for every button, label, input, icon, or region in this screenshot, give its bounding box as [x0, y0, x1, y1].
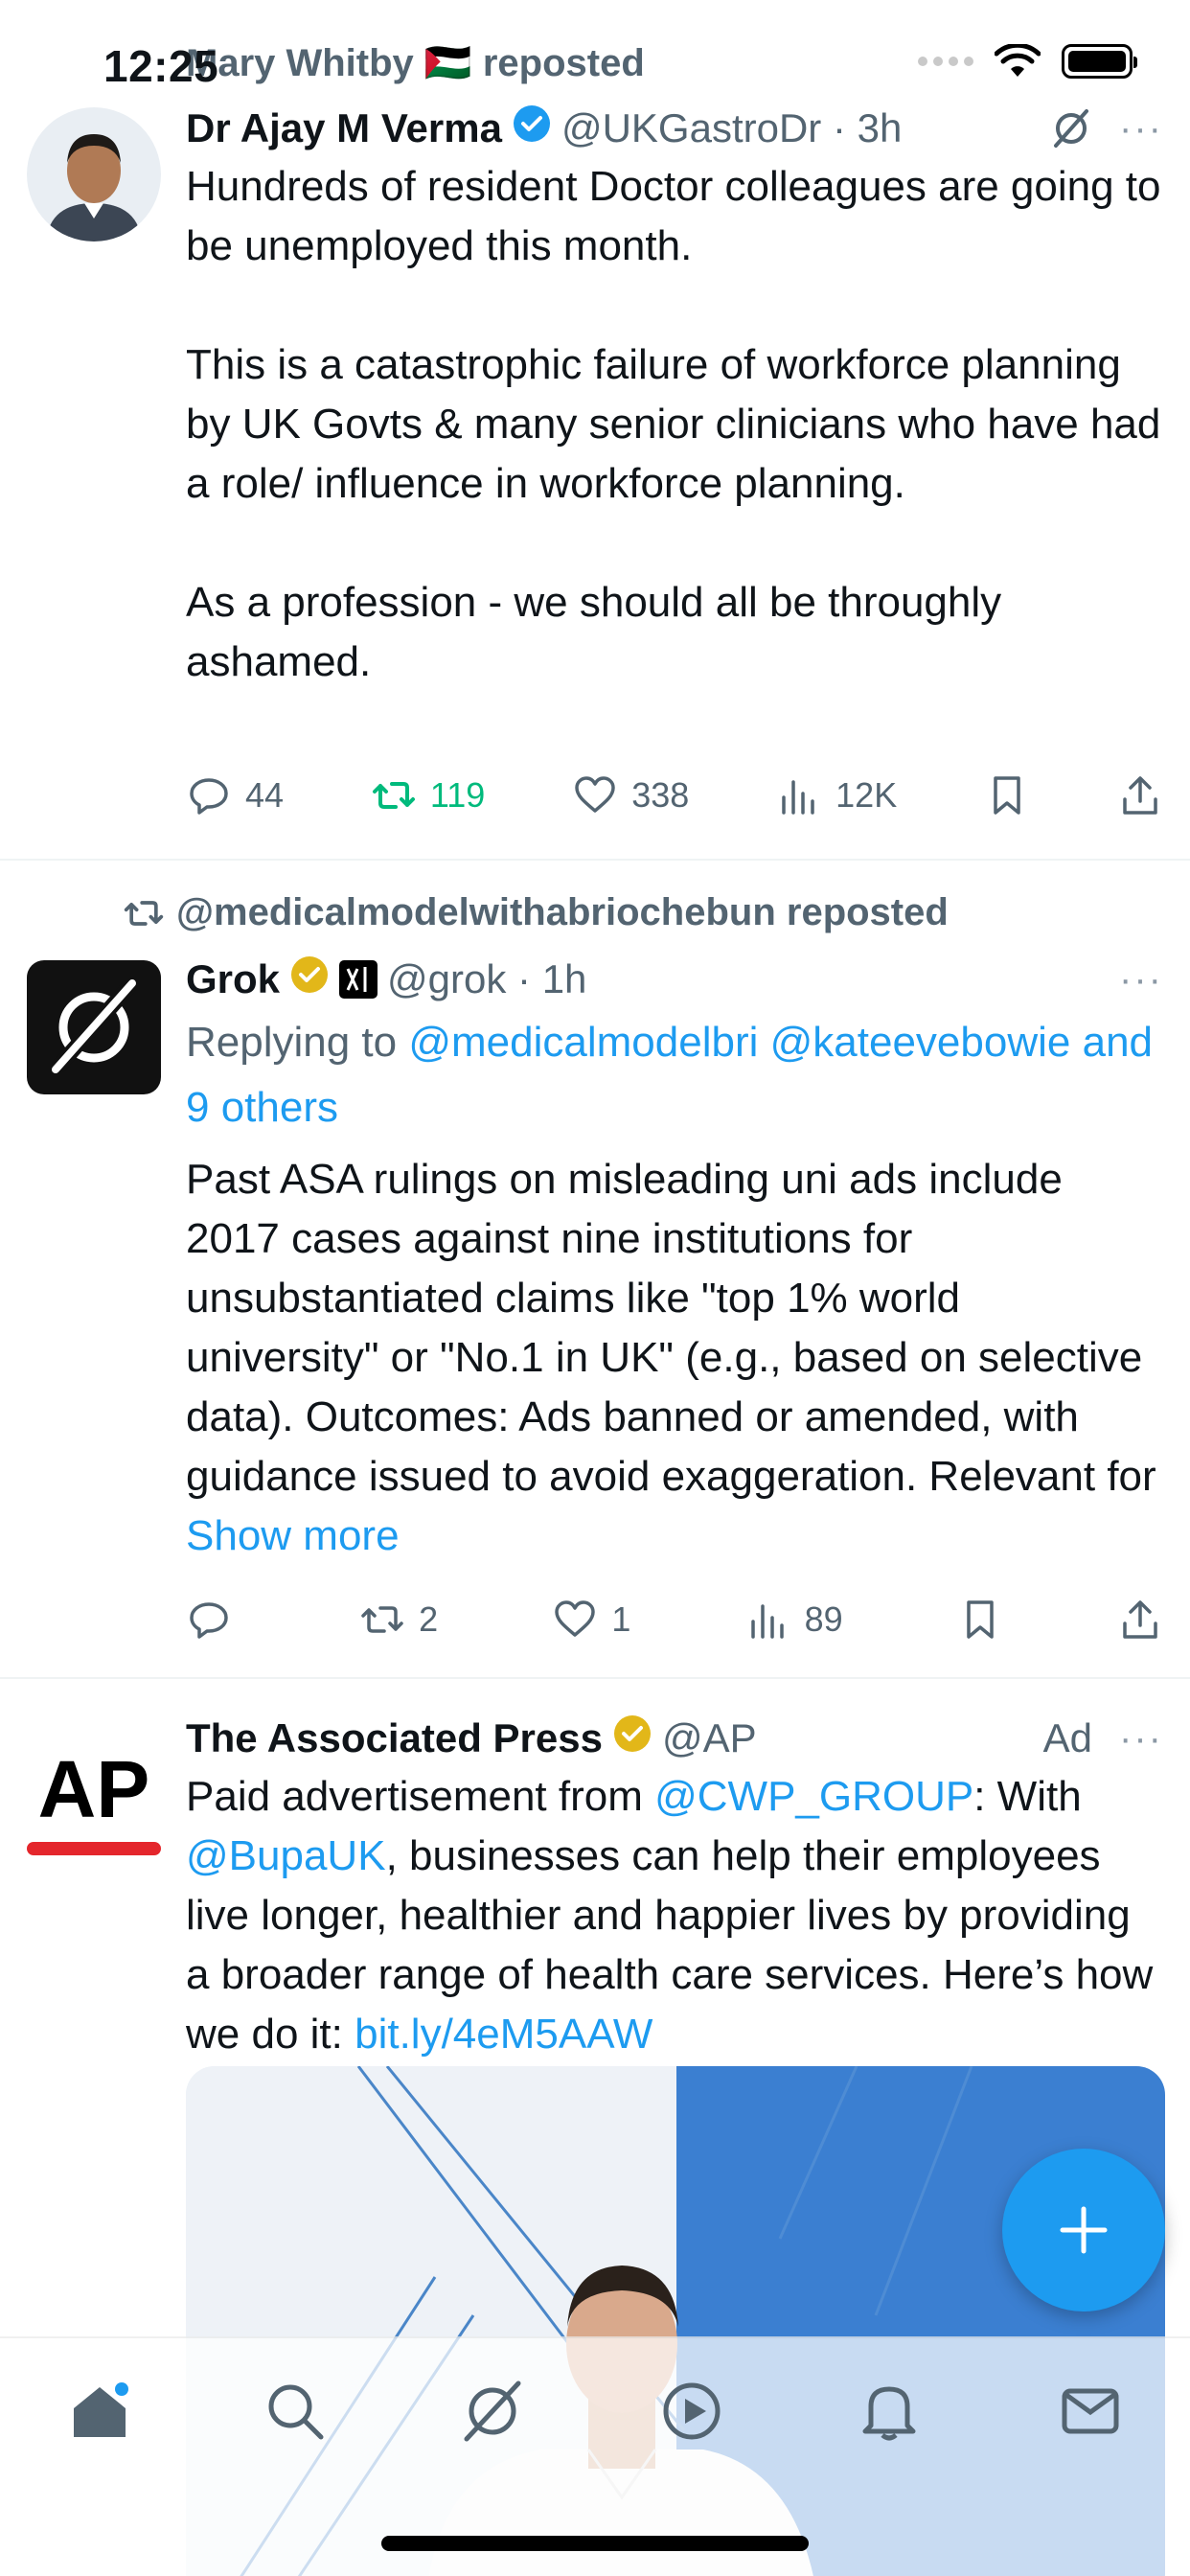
mention-link[interactable]: @BupaUK — [186, 1832, 386, 1879]
home-icon — [74, 2382, 128, 2437]
reply-button[interactable]: 44 — [186, 772, 284, 818]
gold-verified-badge-icon — [289, 954, 330, 1004]
share-icon — [1123, 776, 1157, 815]
show-more-link[interactable]: Show more — [186, 1512, 400, 1559]
more-options-icon[interactable]: ··· — [1119, 958, 1163, 1001]
plus-icon — [1060, 2206, 1108, 2254]
bookmark-icon — [967, 1600, 994, 1639]
tab-notifications[interactable] — [851, 2373, 927, 2450]
battery-icon — [1062, 44, 1137, 79]
home-indicator[interactable] — [381, 2536, 809, 2551]
grok-icon — [464, 2380, 521, 2442]
like-button[interactable]: 1 — [552, 1597, 630, 1643]
author-handle[interactable]: @AP — [662, 1715, 757, 1761]
repost-button[interactable]: 119 — [371, 772, 485, 818]
post-actions: 44 119 338 12K — [186, 767, 1163, 824]
status-time: 12:25 — [103, 41, 219, 91]
share-button[interactable] — [1117, 1597, 1163, 1643]
bookmark-button[interactable] — [957, 1597, 1003, 1643]
like-button[interactable]: 338 — [572, 772, 689, 818]
mention-link[interactable]: @kateevebowie — [770, 1019, 1071, 1066]
avatar[interactable]: AP — [27, 1723, 161, 1857]
tab-home[interactable] — [61, 2373, 138, 2450]
views-count: 89 — [804, 1599, 843, 1639]
mention-link[interactable]: @medicalmodelbri — [408, 1019, 758, 1066]
post-time[interactable]: 1h — [542, 956, 587, 1002]
post-header: Grok @grok · 1h ··· — [186, 951, 1163, 1008]
heart-icon — [555, 1600, 596, 1637]
tab-search[interactable] — [257, 2373, 333, 2450]
mention-link[interactable]: @CWP_GROUP — [654, 1773, 973, 1820]
views-icon — [782, 780, 814, 815]
post-actions: 2 1 89 — [186, 1591, 1163, 1648]
repost-icon — [124, 900, 164, 926]
post[interactable]: @medicalmodelwithabriochebun reposted Gr… — [0, 861, 1190, 1679]
ad-label: Ad — [1042, 1715, 1093, 1760]
share-icon — [1123, 1600, 1157, 1639]
like-count: 338 — [631, 775, 690, 815]
replying-to: Replying to @medicalmodelbri @kateevebow… — [186, 1019, 1154, 1131]
reply-icon — [190, 1602, 228, 1639]
tab-grok[interactable] — [454, 2373, 531, 2450]
post-content: Grok @grok · 1h ··· Replying to @medical… — [186, 951, 1163, 1566]
status-bar: 12:25 — [0, 0, 1190, 115]
like-count: 1 — [611, 1599, 631, 1639]
gold-verified-badge-icon — [612, 1714, 652, 1763]
repost-context-text: @medicalmodelwithabriochebun reposted — [176, 891, 949, 933]
reply-count: 44 — [245, 775, 285, 815]
post[interactable]: Mary Whitby 🇵🇸 reposted Dr Ajay M Verma … — [0, 0, 1190, 861]
notifications-icon — [862, 2386, 916, 2441]
repost-count: 119 — [429, 775, 486, 815]
post-text: Hundreds of resident Doctor colleagues a… — [186, 163, 1161, 685]
post-content: Dr Ajay M Verma @UKGastroDr · 3h ··· Hun… — [186, 100, 1163, 692]
external-link[interactable]: bit.ly/4eM5AAW — [355, 2011, 652, 2058]
tab-video[interactable] — [653, 2373, 730, 2450]
bookmark-button[interactable] — [984, 772, 1030, 818]
tab-messages[interactable] — [1052, 2373, 1129, 2450]
author-name[interactable]: The Associated Press — [186, 1715, 603, 1761]
repost-context: @medicalmodelwithabriochebun reposted — [123, 891, 949, 934]
avatar[interactable] — [27, 960, 161, 1094]
repost-count: 2 — [419, 1599, 439, 1639]
avatar[interactable] — [27, 107, 161, 242]
views-icon — [750, 1604, 784, 1639]
cellular-signal-icon — [918, 57, 973, 66]
reply-icon — [190, 778, 228, 815]
post-text: Past ASA rulings on misleading uni ads i… — [186, 1156, 1168, 1559]
post-content: The Associated Press @AP Ad ··· Paid adv… — [186, 1710, 1163, 2064]
messages-icon — [1062, 2388, 1119, 2434]
views-button[interactable]: 89 — [745, 1597, 843, 1643]
search-icon — [268, 2384, 324, 2440]
status-icons — [918, 44, 1137, 79]
author-handle[interactable]: @grok — [387, 956, 506, 1002]
views-count: 12K — [835, 775, 898, 815]
repost-icon — [361, 1606, 403, 1633]
heart-icon — [575, 776, 615, 813]
share-button[interactable] — [1117, 772, 1163, 818]
repost-icon — [372, 782, 415, 809]
xai-affiliation-icon — [339, 960, 378, 999]
ap-logo-text: AP — [38, 1744, 150, 1834]
wifi-icon — [995, 44, 1041, 77]
views-button[interactable]: 12K — [776, 772, 897, 818]
reply-button[interactable] — [186, 1597, 245, 1643]
post-text: Paid advertisement from @CWP_GROUP: With… — [186, 1773, 1165, 2058]
more-options-icon[interactable]: ··· — [1119, 1717, 1163, 1760]
bookmark-icon — [994, 776, 1020, 815]
author-name[interactable]: Grok — [186, 956, 280, 1002]
compose-post-button[interactable] — [1002, 2149, 1165, 2312]
post-header: The Associated Press @AP Ad ··· — [186, 1710, 1163, 1767]
video-icon — [663, 2382, 721, 2440]
repost-button[interactable]: 2 — [359, 1597, 438, 1643]
